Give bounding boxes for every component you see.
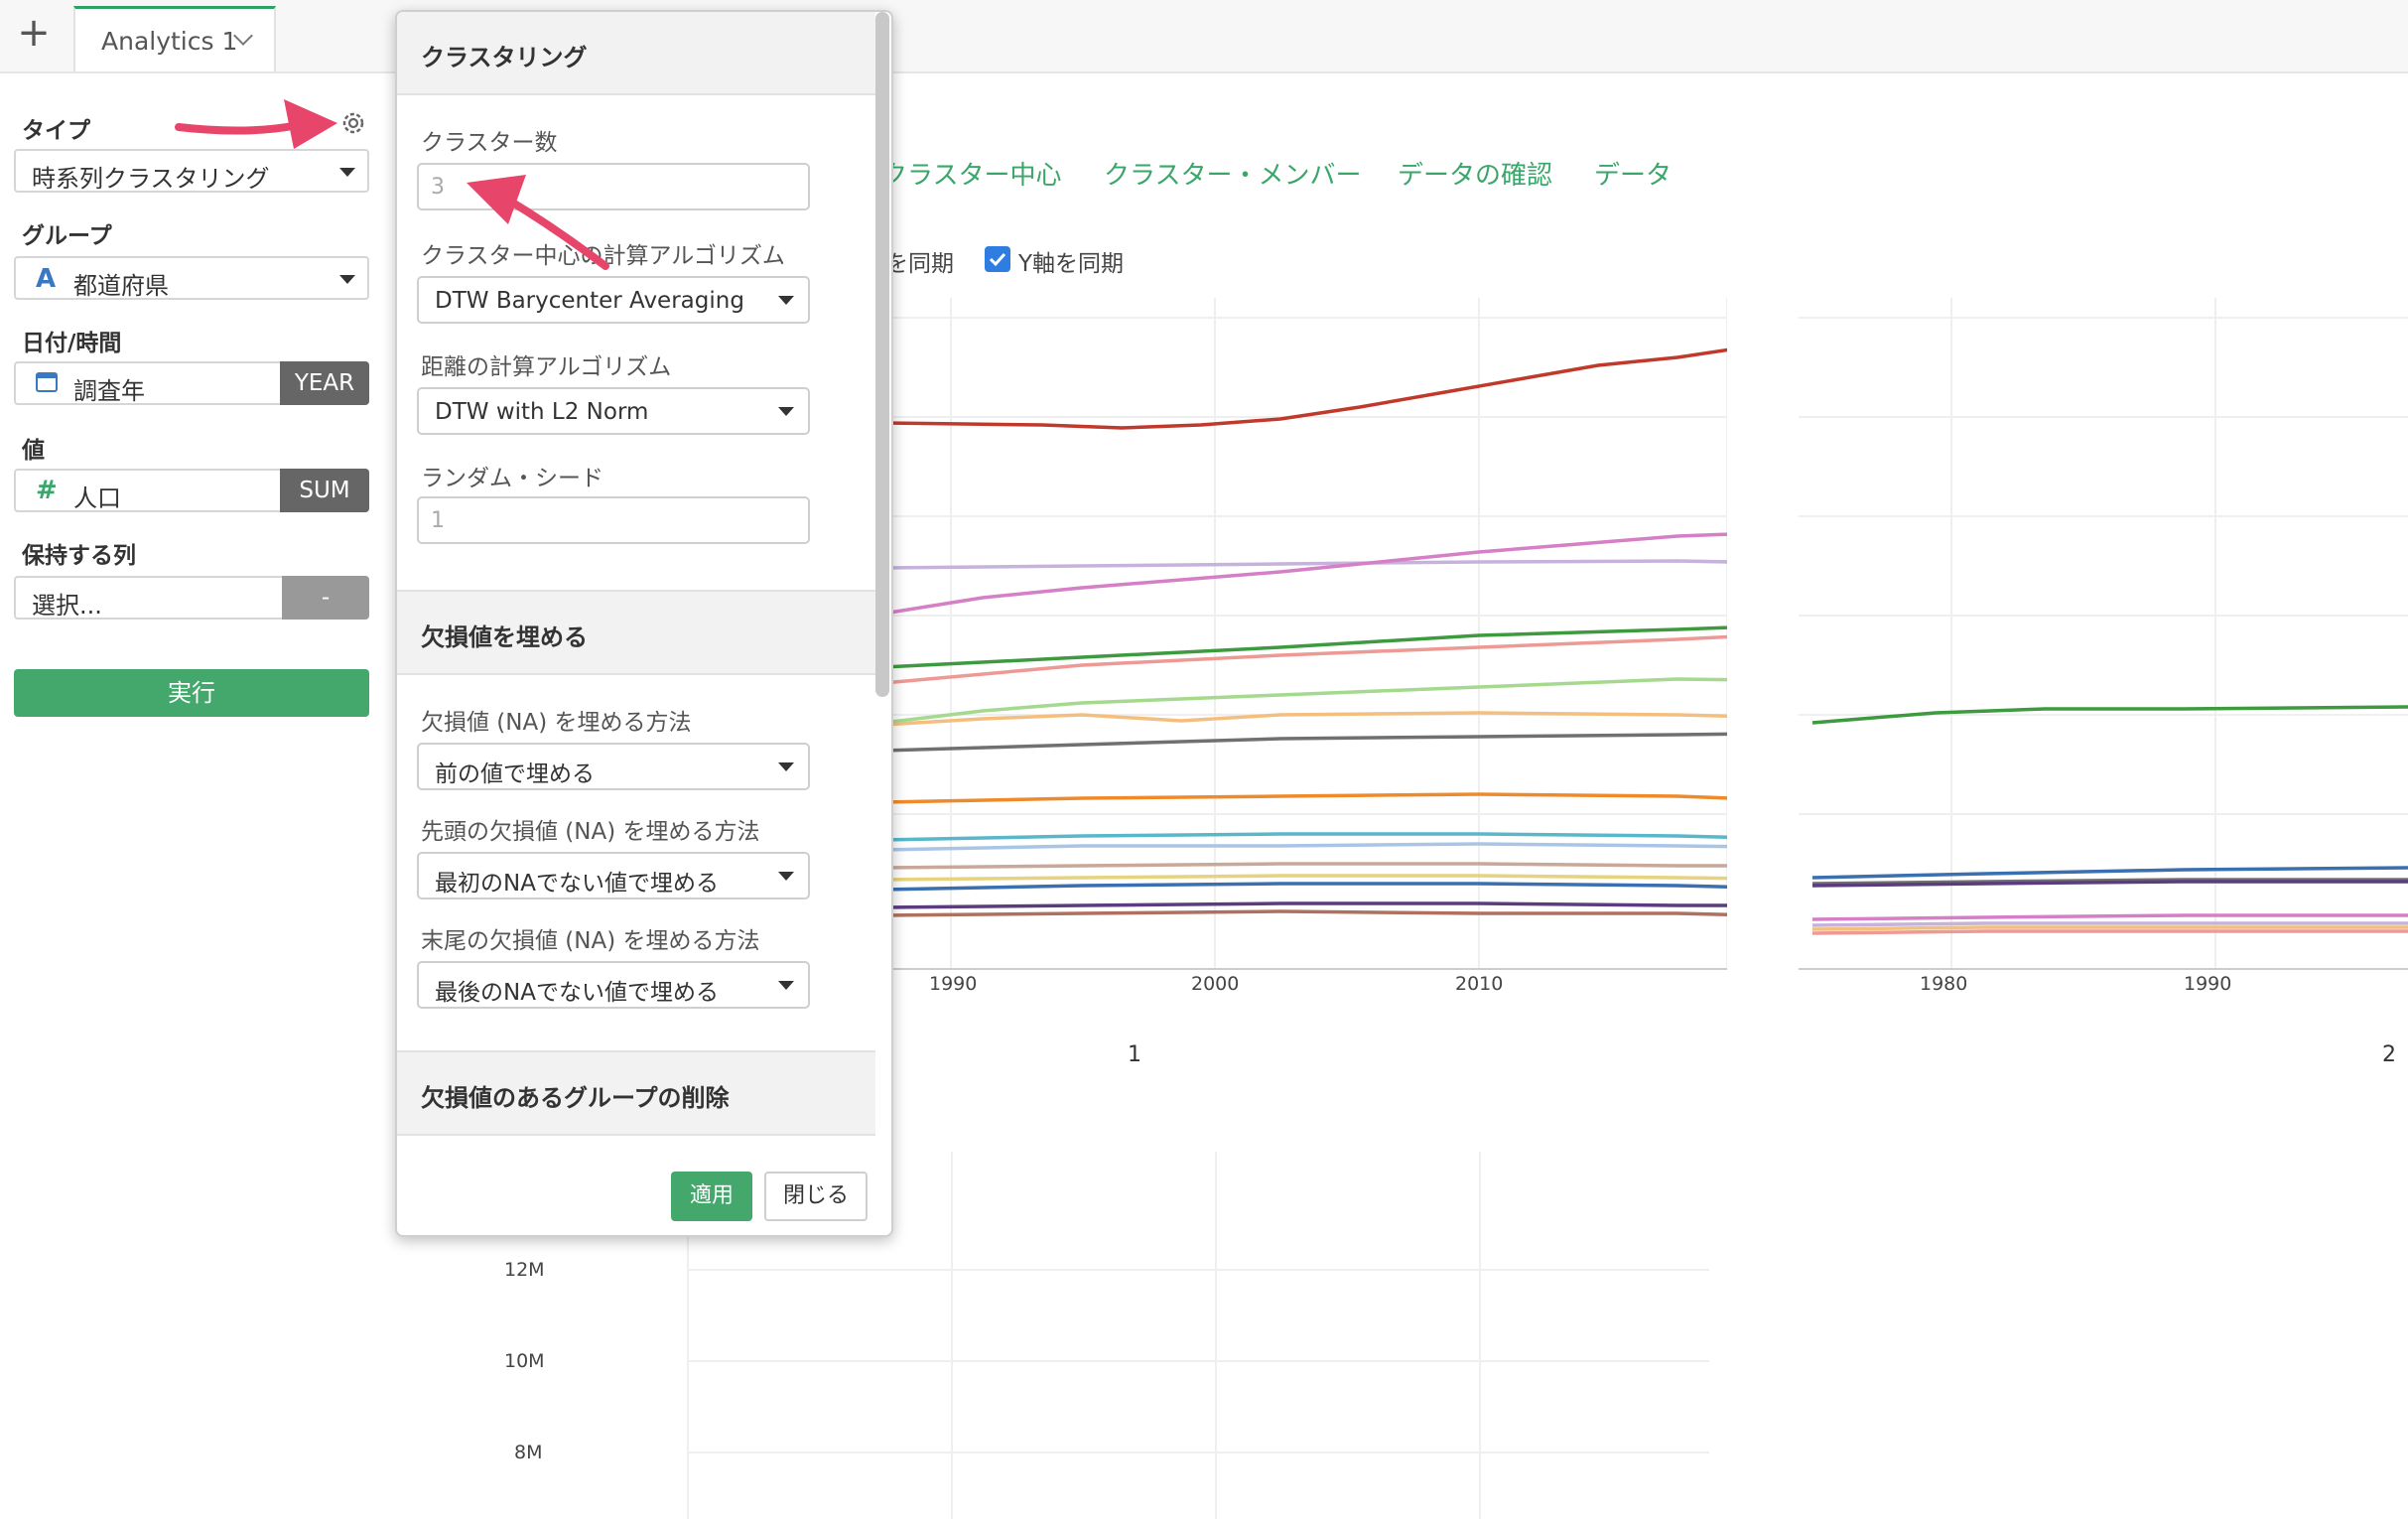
arrow-to-cluster-count <box>502 195 609 270</box>
arrow-head <box>284 99 337 149</box>
arrow-to-gear <box>175 121 302 135</box>
annotation-arrows <box>175 99 609 270</box>
arrow-head <box>467 175 526 224</box>
